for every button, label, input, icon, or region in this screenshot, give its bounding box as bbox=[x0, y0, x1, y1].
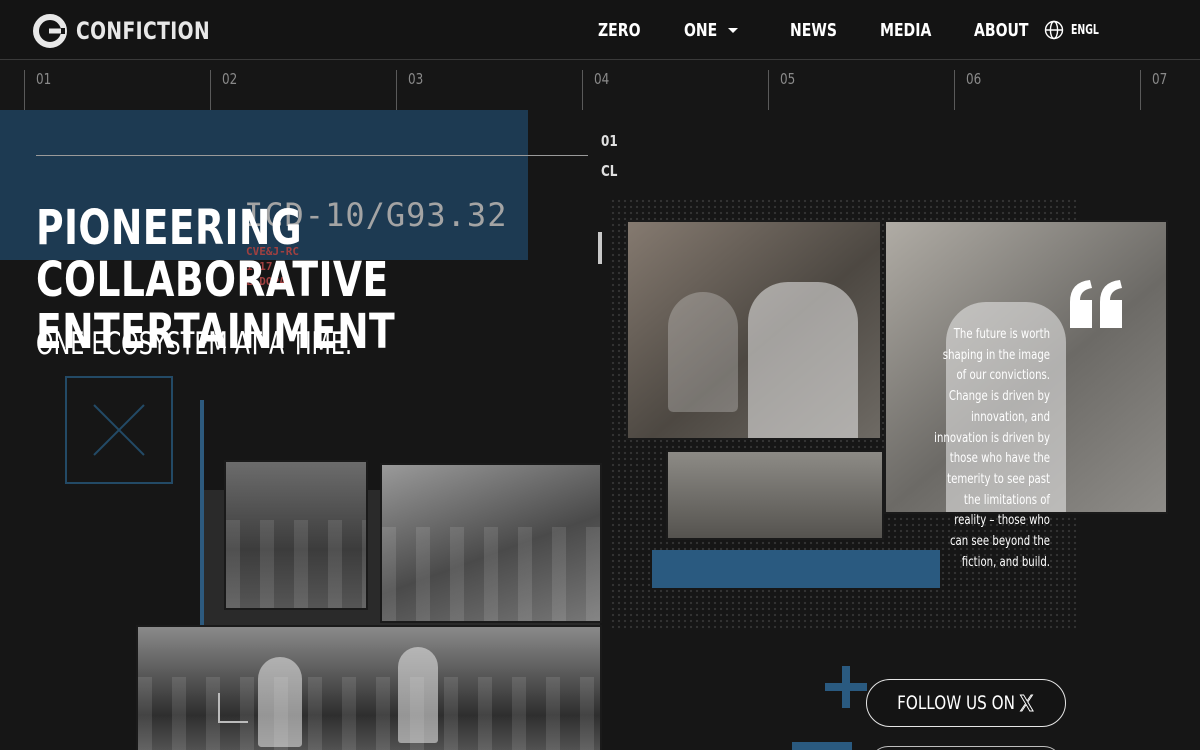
archive-photo bbox=[666, 450, 884, 540]
blue-accent bbox=[792, 742, 852, 750]
divider bbox=[36, 155, 588, 156]
nav-media[interactable]: MEDIA bbox=[880, 20, 931, 41]
corner-bracket bbox=[218, 693, 248, 723]
nav-about[interactable]: ABOUT bbox=[974, 20, 1028, 41]
archive-photo bbox=[626, 220, 882, 440]
language-selector[interactable]: ENGL bbox=[1071, 23, 1099, 38]
blue-vertical-line bbox=[200, 400, 204, 660]
mission-quote: The future is worth shaping in the image… bbox=[934, 327, 1050, 570]
timeline-tick[interactable]: 05 bbox=[768, 70, 799, 110]
timeline-tick[interactable]: 02 bbox=[210, 70, 241, 110]
brand-name: CONFICTION bbox=[76, 17, 211, 45]
crossed-square-icon bbox=[65, 376, 173, 484]
chapter-timeline: 01 02 03 04 05 06 07 bbox=[0, 60, 1200, 110]
follow-us-button[interactable]: FOLLOW US ON bbox=[866, 679, 1066, 727]
nav-one[interactable]: ONE bbox=[684, 20, 717, 41]
nav-zero[interactable]: ZERO bbox=[598, 20, 641, 41]
timeline-tick[interactable]: 07 bbox=[1140, 70, 1171, 110]
hero-subtitle: ONE ECOSYSTEM AT A TIME. bbox=[36, 326, 353, 362]
quote-icon bbox=[1070, 280, 1122, 328]
timeline-tick[interactable]: 01 bbox=[24, 70, 55, 110]
brand-logo[interactable]: CONFICTION bbox=[32, 13, 248, 49]
timeline-tick[interactable]: 03 bbox=[396, 70, 427, 110]
follow-button-content: FOLLOW US ON bbox=[897, 692, 1035, 714]
slide-number[interactable]: 01 bbox=[601, 132, 618, 150]
x-logo-icon bbox=[1020, 694, 1035, 712]
archive-photo bbox=[380, 463, 602, 623]
confiction-logo-icon bbox=[33, 14, 67, 48]
site-header: CONFICTION ZERO ONE NEWS MEDIA ABOUT ENG… bbox=[0, 0, 1200, 60]
chevron-down-icon[interactable] bbox=[727, 27, 739, 35]
plus-icon bbox=[825, 666, 867, 708]
timeline-tick[interactable]: 06 bbox=[954, 70, 985, 110]
globe-icon[interactable] bbox=[1044, 20, 1064, 40]
secondary-button[interactable] bbox=[870, 746, 1062, 750]
archive-photo bbox=[136, 625, 602, 750]
slide-label[interactable]: CL bbox=[601, 162, 617, 180]
archive-photo bbox=[224, 460, 368, 610]
follow-label: FOLLOW US ON bbox=[897, 692, 1016, 714]
blue-bar bbox=[652, 550, 940, 588]
nav-news[interactable]: NEWS bbox=[790, 20, 837, 41]
timeline-tick[interactable]: 04 bbox=[582, 70, 613, 110]
